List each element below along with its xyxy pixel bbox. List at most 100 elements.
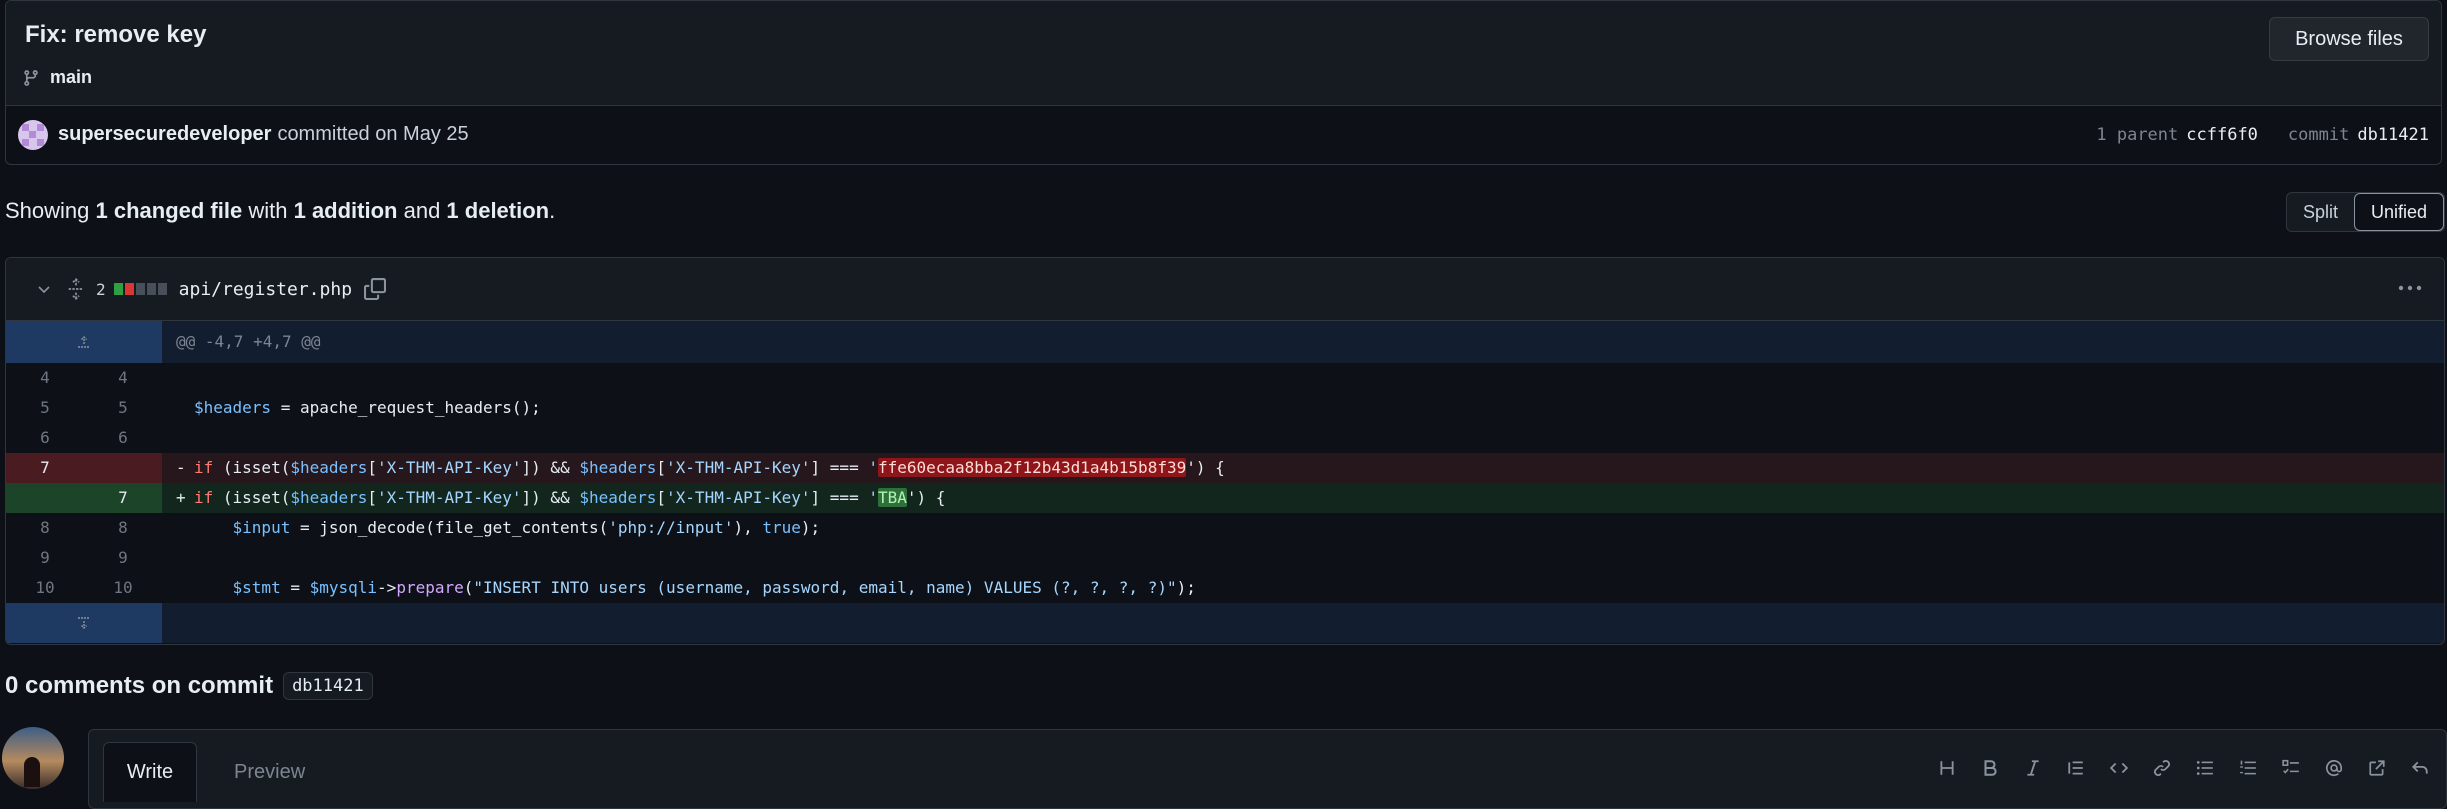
old-line-number[interactable]: 9 — [6, 543, 84, 573]
old-line-number[interactable]: 10 — [6, 573, 84, 603]
code-token: ]) && — [521, 488, 580, 507]
code-line: $stmt = $mysqli->prepare("INSERT INTO us… — [162, 573, 2444, 603]
code-token: $mysqli — [309, 578, 378, 597]
diff-line: 99 — [6, 543, 2444, 573]
chevron-down-icon[interactable] — [34, 279, 54, 299]
task-list-icon[interactable] — [2279, 756, 2303, 780]
reply-icon[interactable] — [2408, 756, 2432, 780]
split-view-button[interactable]: Split — [2287, 193, 2354, 231]
expand-up-button[interactable] — [6, 321, 162, 363]
expand-up-icon — [78, 336, 90, 348]
diff-view-toggle: Split Unified — [2285, 192, 2445, 232]
unified-view-button[interactable]: Unified — [2353, 193, 2444, 231]
branch-indicator[interactable]: main — [22, 67, 92, 88]
markdown-toolbar — [1935, 756, 2432, 780]
ordered-list-icon[interactable] — [2236, 756, 2260, 780]
heading-icon[interactable] — [1935, 756, 1959, 780]
old-line-number[interactable] — [6, 483, 84, 513]
commit-sha: db11421 — [2357, 124, 2429, 145]
expand-all-icon[interactable] — [66, 278, 86, 300]
new-line-number[interactable]: 10 — [84, 573, 162, 603]
mention-icon[interactable] — [2322, 756, 2346, 780]
link-icon[interactable] — [2150, 756, 2174, 780]
code-token: ' — [868, 458, 878, 477]
old-line-number[interactable]: 5 — [6, 393, 84, 423]
diffstat-blocks — [113, 283, 167, 295]
code-line: + if (isset($headers['X-THM-API-Key']) &&… — [162, 483, 2444, 513]
changed-files-count[interactable]: 1 changed file — [96, 198, 243, 223]
new-line-number[interactable]: 7 — [84, 483, 162, 513]
parent-sha-link[interactable]: ccff6f0 — [2186, 125, 2258, 145]
commit-title-bar: Fix: remove key main Browse files — [6, 1, 2441, 106]
code-token: $stmt — [232, 578, 281, 597]
commit-sha-badge: db11421 — [283, 672, 373, 700]
file-header: 2 api/register.php — [6, 258, 2444, 321]
diff-line: 10 10 $stmt = $mysqli->prepare("INSERT IN… — [6, 573, 2444, 603]
code-token: if — [194, 458, 214, 477]
write-tab[interactable]: Write — [103, 742, 197, 802]
code-token: ); — [1176, 578, 1196, 597]
old-line-number[interactable]: 7 — [6, 453, 84, 483]
code-token: ( — [463, 578, 474, 597]
browse-files-button[interactable]: Browse files — [2269, 17, 2429, 61]
current-user-avatar[interactable] — [2, 727, 64, 789]
code-token: [ — [367, 488, 378, 507]
summary-suffix: . — [549, 198, 556, 223]
expand-down-button[interactable] — [6, 603, 162, 643]
preview-tab[interactable]: Preview — [234, 761, 305, 784]
code-token: ') { — [906, 488, 946, 507]
deletions-count: 1 deletion — [446, 198, 550, 223]
code-token: ') { — [1186, 458, 1225, 477]
code-token: [ — [656, 488, 667, 507]
code-token: ]) && — [521, 458, 580, 477]
diff-file: 2 api/register.php @@ -4,7 +4,7 @@ 44 55… — [5, 257, 2445, 645]
code-token: [ — [367, 458, 378, 477]
code-token: $headers — [290, 458, 368, 477]
code-token: if — [194, 488, 214, 507]
old-line-number[interactable]: 6 — [6, 423, 84, 453]
new-line-number[interactable]: 8 — [84, 513, 162, 543]
unordered-list-icon[interactable] — [2193, 756, 2217, 780]
new-line-number[interactable]: 9 — [84, 543, 162, 573]
code-token: $headers — [194, 398, 272, 417]
code-token: ); — [800, 518, 821, 537]
diff-line: 88 $input = json_decode(file_get_content… — [6, 513, 2444, 543]
added-line: 7 + if (isset($headers['X-THM-API-Key']) … — [6, 483, 2444, 513]
hunk-header-text: @@ -4,7 +4,7 @@ — [162, 321, 2444, 363]
author-name[interactable]: supersecuredeveloper — [58, 123, 271, 146]
code-token: ] === — [810, 458, 869, 477]
quote-icon[interactable] — [2064, 756, 2088, 780]
author-avatar[interactable] — [18, 119, 48, 150]
new-line-number[interactable]: 6 — [84, 423, 162, 453]
committed-date: committed on May 25 — [277, 123, 469, 145]
code-token: 'php://input' — [608, 518, 734, 537]
cross-reference-icon[interactable] — [2365, 756, 2389, 780]
code-token: ' — [868, 488, 878, 507]
code-icon[interactable] — [2107, 756, 2131, 780]
additions-count: 1 addition — [293, 198, 398, 223]
code-token: = — [280, 578, 310, 597]
diff-line: 55 $headers = apache_request_headers(); — [6, 393, 2444, 423]
old-line-number[interactable]: 4 — [6, 363, 84, 393]
comments-title: 0 comments on commit — [5, 672, 274, 699]
diff-line: 44 — [6, 363, 2444, 393]
expand-down-icon — [78, 617, 90, 629]
italic-icon[interactable] — [2021, 756, 2045, 780]
bold-icon[interactable] — [1978, 756, 2002, 780]
file-name-link[interactable]: api/register.php — [179, 279, 352, 300]
copy-icon[interactable] — [364, 278, 387, 300]
new-line-number[interactable]: 4 — [84, 363, 162, 393]
commit-title: Fix: remove key — [25, 21, 207, 48]
deletion-marker: - — [176, 458, 186, 477]
code-token: "INSERT INTO users (username, password, … — [473, 578, 1177, 597]
code-token: $headers — [579, 458, 657, 477]
comment-editor: Write Preview — [88, 729, 2447, 809]
kebab-menu-icon[interactable] — [2396, 278, 2424, 298]
code-token: 'X-THM-API-Key' — [666, 488, 811, 507]
old-line-number[interactable]: 8 — [6, 513, 84, 543]
new-line-number[interactable] — [84, 453, 162, 483]
new-line-number[interactable]: 5 — [84, 393, 162, 423]
code-token: $headers — [290, 488, 368, 507]
